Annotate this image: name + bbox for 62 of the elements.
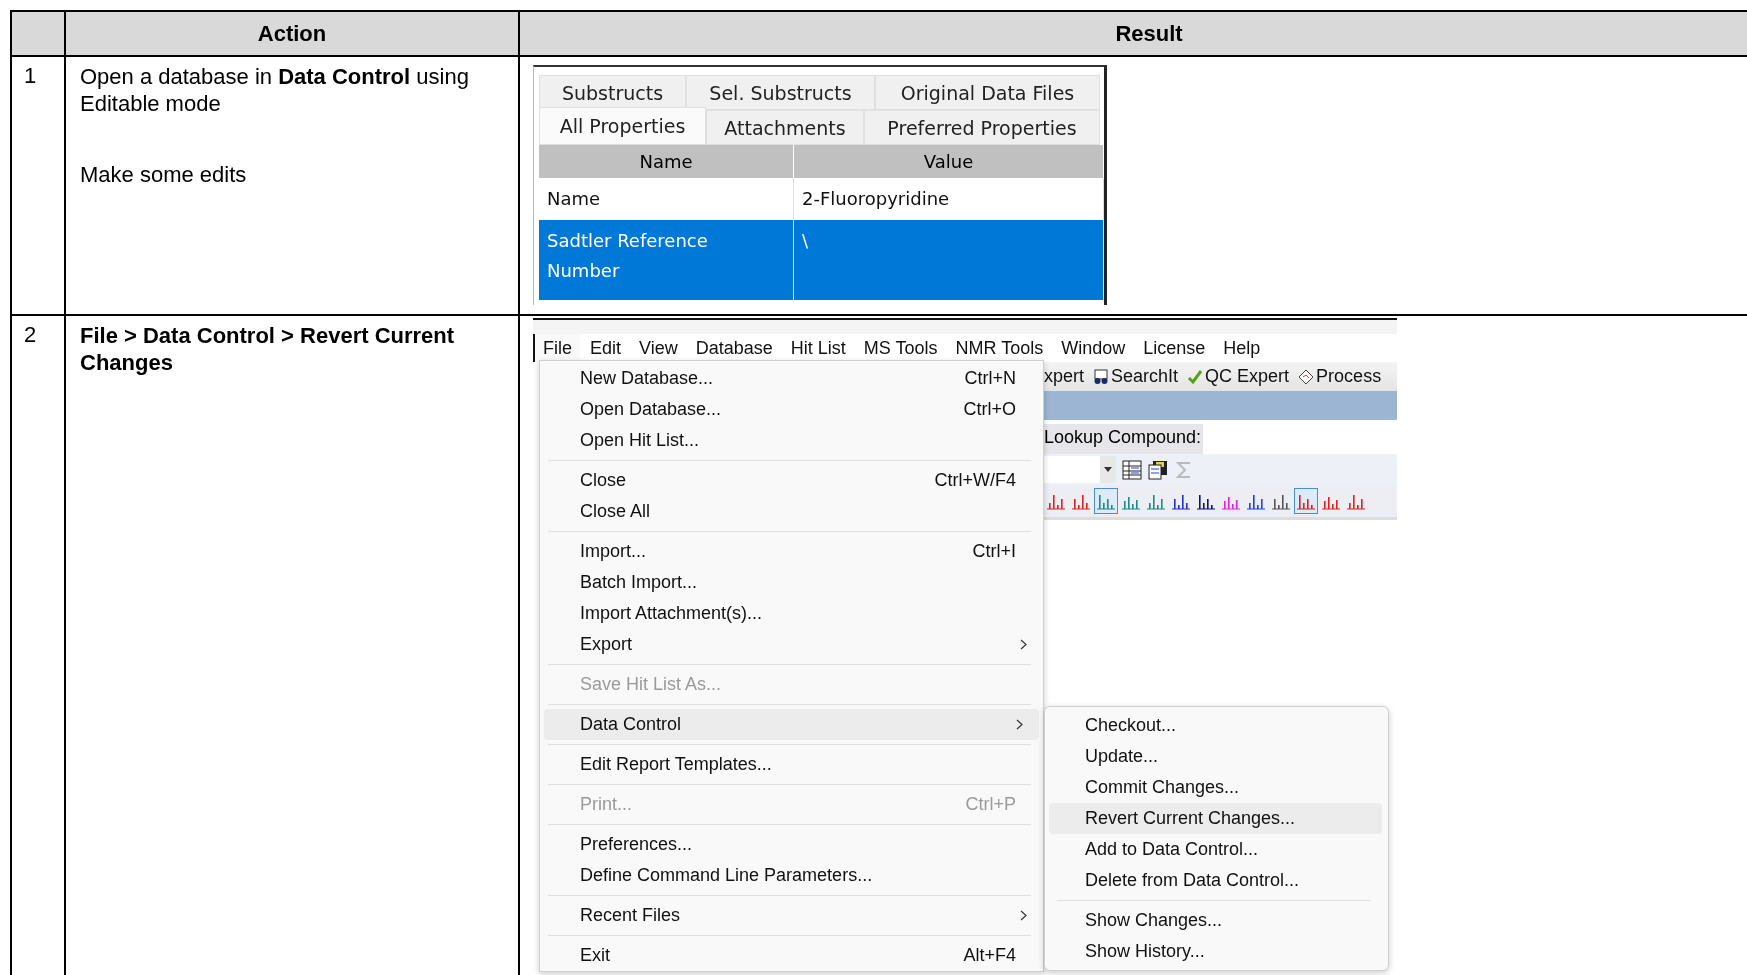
menu-item[interactable]: Preferences... (540, 829, 1043, 860)
menu-item[interactable]: Checkout... (1049, 710, 1382, 741)
menu-item[interactable]: Delete from Data Control... (1049, 865, 1382, 896)
toolbar-button[interactable]: QC Expert (1187, 366, 1290, 387)
grid-cell: \ (794, 220, 1104, 300)
chevron-right-icon (1016, 719, 1023, 730)
step-number: 1 (24, 63, 37, 88)
caret-icon (1104, 467, 1112, 472)
menu-item[interactable]: Import... Ctrl+I (540, 536, 1043, 567)
menu-item[interactable]: Close Ctrl+W/F4 (540, 465, 1043, 496)
menu-item[interactable]: Recent Files (540, 900, 1043, 931)
menu-item[interactable]: Open Hit List... (540, 425, 1043, 456)
tab[interactable]: Sel. Substructs (686, 75, 875, 110)
menu-item[interactable]: Batch Import... (540, 567, 1043, 598)
menu-item[interactable]: Exit Alt+F4 (540, 940, 1043, 971)
menu-bar-item[interactable]: NMR Tools (945, 334, 1052, 362)
menu-item[interactable]: Revert Current Changes... (1049, 803, 1382, 834)
tab[interactable]: Original Data Files (875, 75, 1100, 110)
menu-bar-item[interactable]: MS Tools (853, 334, 946, 362)
step-number: 2 (24, 322, 37, 347)
grid-header: Value (794, 145, 1104, 178)
menu-bar-item[interactable]: Help (1213, 334, 1269, 362)
tab[interactable]: Attachments (706, 110, 864, 145)
grid-header: Name (539, 145, 794, 178)
menu-item[interactable]: Commit Changes... (1049, 772, 1382, 803)
toolbar-button[interactable]: xpert (1044, 366, 1085, 387)
step-instruction: File > Data Control > Revert Current Changes (80, 322, 456, 376)
grid-cell: Sadtler Reference Number (539, 220, 794, 300)
step-instruction: Make some edits (80, 161, 248, 188)
menu-item[interactable]: Import Attachment(s)... (540, 598, 1043, 629)
tab[interactable]: Preferred Properties (864, 110, 1100, 145)
menu-item[interactable]: Show Changes... (1049, 905, 1382, 936)
menu-item[interactable]: New Database... Ctrl+N (540, 363, 1043, 394)
toolbar-button[interactable]: Process (1298, 366, 1382, 387)
menu-bar-item[interactable]: Hit List (780, 334, 854, 362)
menu-item[interactable]: Edit Report Templates... (540, 749, 1043, 780)
menu-bar-item[interactable]: File (533, 334, 580, 362)
menu-bar-item[interactable]: Database (685, 334, 781, 362)
chevron-right-icon (1020, 910, 1027, 921)
step-instruction: Open a database in Data Control using Editable mode (80, 63, 470, 117)
menu-item[interactable]: Export (540, 629, 1043, 660)
chevron-right-icon (1020, 639, 1027, 650)
menu-item[interactable]: Show History... (1049, 936, 1382, 967)
menu-item[interactable]: Open Database... Ctrl+O (540, 394, 1043, 425)
menu-bar-item[interactable]: View (629, 334, 686, 362)
binoculars-icon (1093, 368, 1110, 385)
tab[interactable]: All Properties (539, 107, 706, 145)
menu-bar-item[interactable]: Edit (580, 334, 630, 362)
toolbar-button[interactable]: SearchIt (1093, 366, 1179, 387)
lookup-label: Lookup Compound: (1044, 424, 1204, 454)
column-header: Result (1115, 20, 1183, 47)
menu-item[interactable]: Add to Data Control... (1049, 834, 1382, 865)
menu-bar-item[interactable]: License (1133, 334, 1214, 362)
column-header: Action (257, 20, 327, 47)
menu-item[interactable]: Update... (1049, 741, 1382, 772)
menu-item[interactable]: Data Control (544, 709, 1039, 740)
menu-item[interactable]: Close All (540, 496, 1043, 527)
menu-item[interactable]: Define Command Line Parameters... (540, 860, 1043, 891)
table-icon[interactable] (1122, 459, 1142, 480)
checkmark-icon (1187, 368, 1204, 385)
diamond-icon (1298, 368, 1315, 385)
menu-bar-item[interactable]: Window (1051, 334, 1134, 362)
